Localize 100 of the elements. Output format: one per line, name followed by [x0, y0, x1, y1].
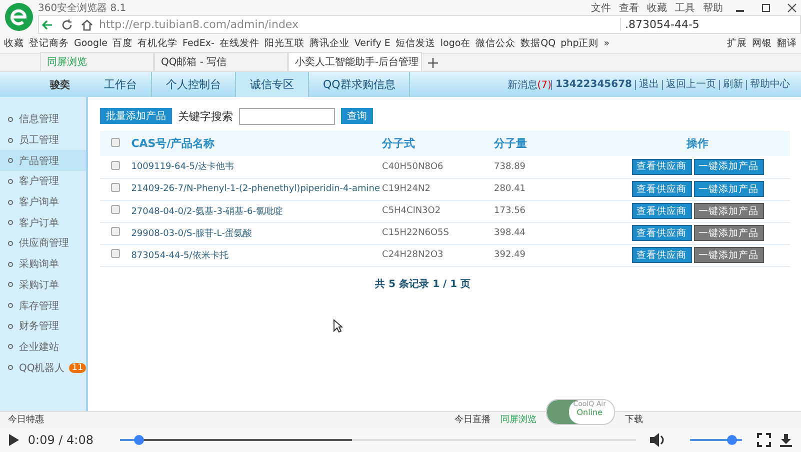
- table-cell: 173.56: [493, 200, 606, 222]
- sidebar-item[interactable]: 采购订单: [0, 274, 86, 296]
- sidebar-item[interactable]: 企业建站: [0, 336, 86, 358]
- header-link[interactable]: 13422345678: [551, 80, 635, 90]
- add-product-button[interactable]: 一键添加产品: [694, 225, 764, 241]
- messages-link[interactable]: 新消息(7): [507, 78, 552, 92]
- sidebar-item[interactable]: 客户订单: [0, 212, 86, 234]
- row-checkbox[interactable]: [110, 183, 120, 192]
- add-product-button[interactable]: 一键添加产品: [694, 247, 764, 263]
- bookmark-item[interactable]: 短信发送: [395, 37, 436, 50]
- nav-tab[interactable]: 工作台: [90, 72, 152, 97]
- browser-tab[interactable]: QQ邮箱 - 写信: [154, 52, 288, 71]
- bookmark-item[interactable]: logo在: [440, 37, 471, 50]
- product-name[interactable]: 873054-44-5/依米卡托: [130, 244, 382, 266]
- table-cell: C24H28N2O3: [381, 244, 494, 266]
- bookmark-item[interactable]: 腾讯企业: [309, 37, 350, 50]
- add-product-button[interactable]: 一键添加产品: [694, 181, 764, 197]
- status-item[interactable]: 今日特惠: [8, 413, 44, 426]
- bookmark-item[interactable]: 登记商务: [29, 37, 69, 50]
- menu-item[interactable]: 收藏: [647, 0, 667, 15]
- bookmark-item[interactable]: Verify E: [354, 38, 390, 49]
- sidebar-item[interactable]: QQ机器人 11: [0, 357, 86, 378]
- bookmark-item[interactable]: 阳光互联: [264, 37, 304, 50]
- volume-icon[interactable]: [648, 432, 667, 448]
- menu-item[interactable]: 工具: [675, 0, 695, 15]
- maximize-icon[interactable]: [761, 2, 771, 13]
- sidebar-item[interactable]: 产品管理: [0, 150, 86, 172]
- row-checkbox[interactable]: [110, 205, 120, 214]
- column-header: 分子式: [381, 131, 494, 156]
- header-link[interactable]: 返回上一页: [662, 80, 719, 90]
- row-checkbox[interactable]: [110, 249, 120, 258]
- bookmark-item[interactable]: Google: [74, 38, 108, 49]
- batch-add-button[interactable]: 批量添加产品: [100, 108, 172, 124]
- toolbar-item[interactable]: 翻译: [777, 37, 797, 50]
- select-all-checkbox[interactable]: [110, 138, 120, 147]
- view-suppliers-button[interactable]: 查看供应商: [632, 181, 692, 197]
- row-checkbox[interactable]: [110, 227, 120, 236]
- reload-icon[interactable]: [61, 18, 73, 31]
- search-field[interactable]: .873054-44-5: [620, 18, 800, 32]
- download-icon[interactable]: [779, 432, 793, 446]
- sidebar-item[interactable]: 客户管理: [0, 171, 86, 192]
- close-icon[interactable]: [787, 2, 797, 13]
- browser-logo-icon: [5, 3, 33, 31]
- bookmark-item[interactable]: FedEx-: [182, 38, 214, 49]
- product-name[interactable]: 1009119-64-5/达卡他韦: [130, 156, 382, 178]
- site-logo: 骏奕: [50, 78, 71, 92]
- bookmark-item[interactable]: 数据QQ: [520, 37, 556, 50]
- back-icon[interactable]: [41, 18, 53, 31]
- header-link[interactable]: 帮助中心: [746, 80, 793, 90]
- product-name[interactable]: 29908-03-0/S-腺苷-L-蛋氨酸: [130, 222, 382, 244]
- view-suppliers-button[interactable]: 查看供应商: [632, 158, 692, 175]
- home-icon[interactable]: [81, 18, 93, 31]
- fullscreen-icon[interactable]: [757, 432, 772, 446]
- bookmark-item[interactable]: php正则: [560, 37, 599, 50]
- seek-thumb[interactable]: [134, 434, 144, 444]
- status-item[interactable]: 今日直播: [454, 413, 490, 426]
- toolbar-item[interactable]: 扩展: [727, 37, 747, 50]
- view-suppliers-button[interactable]: 查看供应商: [632, 225, 692, 241]
- header-link[interactable]: 刷新: [719, 80, 746, 90]
- keyword-field[interactable]: [239, 108, 336, 124]
- menu-item[interactable]: 查看: [619, 0, 639, 15]
- browser-tab[interactable]: 小奕人工智能助手-后台管理: [288, 52, 422, 71]
- query-button[interactable]: 查询: [341, 108, 374, 124]
- table-cell: 392.49: [493, 244, 606, 266]
- sidebar-item[interactable]: 采购询单: [0, 254, 86, 274]
- add-product-button[interactable]: 一键添加产品: [694, 203, 764, 219]
- table-cell: C15H22N6O5S: [381, 222, 494, 244]
- status-item[interactable]: 下载: [625, 413, 643, 426]
- sidebar-item[interactable]: 客户询单: [0, 192, 86, 212]
- sidebar-item[interactable]: 信息管理: [0, 109, 86, 130]
- bookmark-item[interactable]: 在线发件: [219, 37, 260, 50]
- bookmark-item[interactable]: 有机化学: [138, 37, 178, 50]
- bookmark-item[interactable]: »: [604, 38, 610, 49]
- menu-item[interactable]: 帮助: [703, 0, 723, 15]
- toolbar-item[interactable]: 网银: [752, 37, 772, 50]
- view-suppliers-button[interactable]: 查看供应商: [632, 203, 692, 219]
- sidebar-item[interactable]: 员工管理: [0, 130, 86, 150]
- add-product-button[interactable]: 一键添加产品: [694, 158, 764, 175]
- volume-thumb[interactable]: [727, 434, 737, 444]
- sidebar-item[interactable]: 财务管理: [0, 316, 86, 337]
- row-checkbox[interactable]: [110, 160, 120, 170]
- product-name[interactable]: 27048-04-0/2-氨基-3-硝基-6-氯吡啶: [130, 200, 382, 222]
- column-header: CAS号/产品名称: [130, 131, 382, 156]
- sidebar-item[interactable]: 库存管理: [0, 295, 86, 316]
- bookmark-item[interactable]: 收藏: [4, 37, 24, 50]
- address-field[interactable]: http://erp.tuibian8.com/admin/index: [99, 18, 616, 32]
- play-icon[interactable]: [8, 432, 20, 446]
- bookmark-item[interactable]: 微信公众: [476, 37, 516, 50]
- bookmark-item[interactable]: 百度: [112, 37, 133, 50]
- product-name[interactable]: 21409-26-7/N-Phenyl-1-(2-phenethyl)piperidin-4-amine: [130, 178, 382, 200]
- mouse-cursor-icon: [333, 319, 344, 333]
- nav-tab[interactable]: 诚信专区: [236, 72, 309, 97]
- nav-tab[interactable]: QQ群求购信息: [309, 72, 410, 97]
- pagination-text: 共 5 条记录 1 / 1 页: [375, 278, 472, 290]
- view-suppliers-button[interactable]: 查看供应商: [632, 247, 692, 263]
- menu-item[interactable]: 文件: [591, 0, 611, 15]
- new-tab-icon[interactable]: [428, 58, 438, 68]
- sidebar-item[interactable]: 供应商管理: [0, 233, 86, 254]
- table-cell: 280.41: [493, 178, 606, 200]
- header-link[interactable]: 退出: [635, 80, 662, 90]
